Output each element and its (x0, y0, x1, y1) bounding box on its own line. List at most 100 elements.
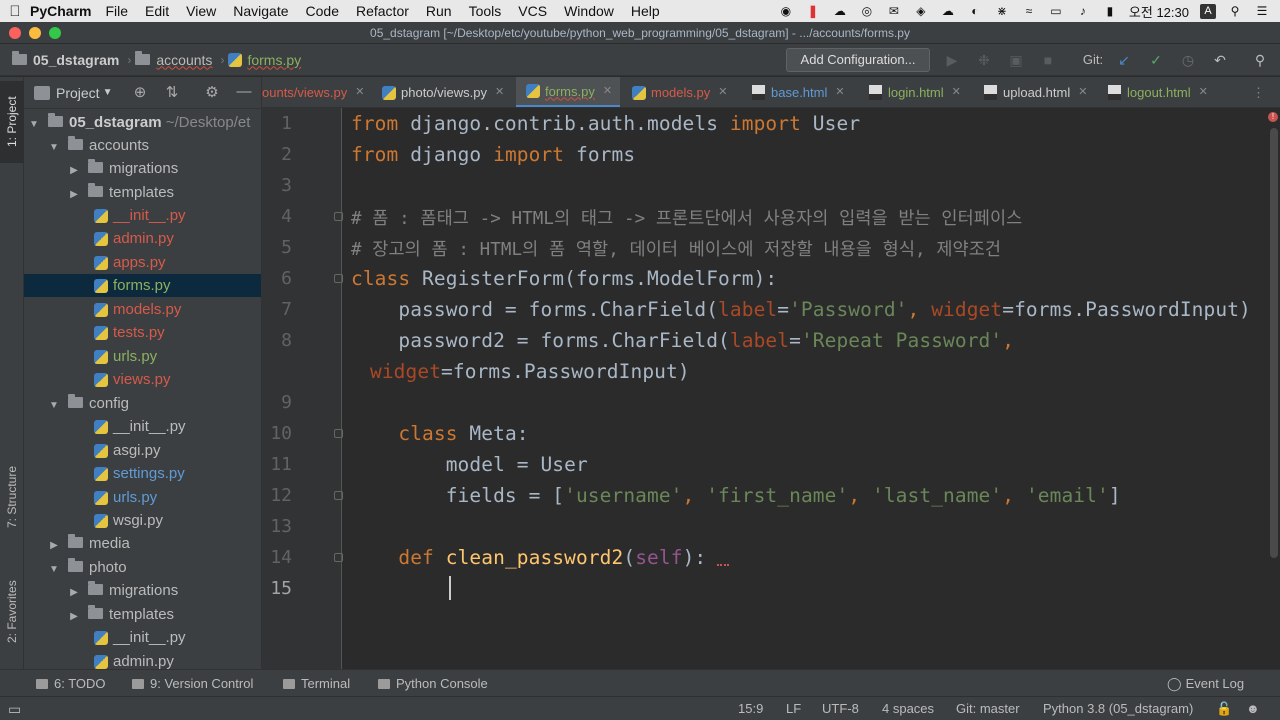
menu-help[interactable]: Help (631, 3, 660, 19)
tab-forms[interactable]: forms.py ✕ (516, 77, 620, 107)
stop-icon[interactable]: ■ (1038, 50, 1058, 70)
code-editor[interactable]: 1 2 3 4 5 6 7 8 9 10 11 12 13 14 15 from… (262, 108, 1280, 669)
coverage-icon[interactable]: ▣ (1006, 50, 1026, 70)
tree-item-admin[interactable]: admin.py (24, 227, 261, 250)
tool-tab-favorites[interactable]: 2: Favorites (0, 564, 24, 659)
menu-window[interactable]: Window (564, 3, 614, 19)
chevron-right-icon[interactable]: ▶ (68, 605, 80, 628)
git-branch[interactable]: Git: master (956, 697, 1020, 720)
tree-item-templates[interactable]: ▶ templates (24, 181, 261, 204)
tree-item-migrations[interactable]: ▶ migrations (24, 157, 261, 180)
tree-item-wsgi[interactable]: wsgi.py (24, 509, 261, 532)
menu-tools[interactable]: Tools (469, 3, 502, 19)
minimize-window-button[interactable] (29, 27, 41, 39)
git-rollback-icon[interactable]: ↶ (1210, 50, 1230, 70)
tree-item-root[interactable]: ▼ 05_dstagram ~/Desktop/et (24, 111, 261, 136)
close-icon[interactable]: ✕ (1199, 77, 1208, 107)
scrollbar-thumb[interactable] (1270, 128, 1278, 558)
close-icon[interactable]: ✕ (495, 77, 504, 107)
project-view-selector[interactable]: Project (56, 85, 100, 101)
zoom-window-button[interactable] (49, 27, 61, 39)
volume-icon[interactable]: ♪ (1075, 4, 1091, 18)
spotlight-search-icon[interactable]: ⚲ (1227, 4, 1243, 18)
mail-icon[interactable]: ✉ (886, 4, 902, 18)
breadcrumb-project[interactable]: 05_dstagram (12, 51, 119, 68)
chevron-right-icon[interactable]: ▶ (48, 534, 60, 557)
chevron-right-icon[interactable]: ▶ (68, 581, 80, 604)
breadcrumb-file[interactable]: forms.py (228, 52, 301, 68)
git-commit-icon[interactable]: ✓ (1146, 50, 1166, 70)
tool-tab-project[interactable]: 1: Project (0, 81, 24, 163)
notification-center-icon[interactable]: ☰ (1254, 4, 1270, 18)
hide-panel-icon[interactable]: — (234, 83, 254, 100)
inspector-icon[interactable]: ☻ (1246, 697, 1260, 720)
tree-item-tests[interactable]: tests.py (24, 321, 261, 344)
locate-file-icon[interactable]: ⊕ (130, 83, 150, 101)
collapse-all-icon[interactable]: ⇅ (162, 83, 182, 101)
input-source-indicator[interactable]: A (1200, 3, 1216, 19)
chevron-down-icon[interactable]: ▼ (28, 113, 40, 136)
battery-icon[interactable]: ▮ (1102, 4, 1118, 18)
menu-code[interactable]: Code (306, 3, 339, 19)
menu-app-name[interactable]: PyCharm (30, 3, 91, 19)
tree-item-settings[interactable]: settings.py (24, 462, 261, 485)
caret-position[interactable]: 15:9 (738, 697, 763, 720)
menu-vcs[interactable]: VCS (518, 3, 547, 19)
indentation[interactable]: 4 spaces (882, 697, 934, 720)
version-control-tool-button[interactable]: 9: Version Control (132, 670, 253, 697)
wifi-icon[interactable]: ≈ (1021, 4, 1037, 18)
airplay-icon[interactable]: ▭ (1048, 4, 1064, 18)
dashboard-icon[interactable]: ◐ (967, 4, 983, 18)
menubar-clock[interactable]: 오전 12:30 (1129, 2, 1189, 21)
fold-marker-icon[interactable] (334, 212, 343, 221)
tree-item-photo-admin[interactable]: admin.py (24, 650, 261, 669)
menu-file[interactable]: File (105, 3, 128, 19)
chevron-down-icon[interactable]: ▼ (103, 87, 113, 98)
close-icon[interactable]: ✕ (1078, 77, 1087, 107)
fold-marker-icon[interactable] (334, 274, 343, 283)
python-interpreter[interactable]: Python 3.8 (05_dstagram) (1043, 697, 1193, 720)
dropbox-icon[interactable]: ◈ (913, 4, 929, 18)
tree-item-forms[interactable]: forms.py (24, 274, 261, 297)
menu-run[interactable]: Run (426, 3, 452, 19)
file-encoding[interactable]: UTF-8 (822, 697, 859, 720)
tab-upload-html[interactable]: upload.html ✕ (984, 77, 1106, 107)
tab-accounts-views[interactable]: ounts/views.py ✕ (262, 77, 372, 107)
search-everywhere-icon[interactable]: ⚲ (1250, 50, 1270, 70)
tab-base-html[interactable]: base.html ✕ (752, 77, 860, 107)
pause-icon[interactable]: ❚ (805, 4, 821, 18)
menu-edit[interactable]: Edit (145, 3, 169, 19)
bluetooth-icon[interactable]: ⋇ (994, 4, 1010, 18)
toggle-tool-windows-icon[interactable]: ▭ (8, 697, 21, 720)
menu-view[interactable]: View (186, 3, 216, 19)
todo-tool-button[interactable]: 6: TODO (36, 670, 106, 697)
fold-marker-icon[interactable] (334, 553, 343, 562)
debug-icon[interactable]: ❉ (974, 50, 994, 70)
apple-menu-icon[interactable]:  (0, 3, 30, 20)
cloud-icon[interactable]: ☁ (832, 4, 848, 18)
tree-item-init[interactable]: __init__.py (24, 204, 261, 227)
tree-item-config-init[interactable]: __init__.py (24, 415, 261, 438)
vpn-icon[interactable]: ◎ (859, 4, 875, 18)
chevron-down-icon[interactable]: ▼ (48, 394, 60, 417)
tree-item-config-urls[interactable]: urls.py (24, 486, 261, 509)
tree-item-photo[interactable]: ▼ photo (24, 556, 261, 581)
terminal-tool-button[interactable]: Terminal (283, 670, 350, 697)
error-indicator-icon[interactable]: ! (1268, 112, 1278, 122)
git-update-icon[interactable]: ↙ (1114, 50, 1134, 70)
tree-item-models[interactable]: models.py (24, 298, 261, 321)
tree-item-views[interactable]: views.py (24, 368, 261, 391)
tree-item-photo-templates[interactable]: ▶ templates (24, 603, 261, 628)
tab-logout-html[interactable]: logout.html ✕ (1108, 77, 1238, 107)
tree-item-asgi[interactable]: asgi.py (24, 439, 261, 462)
tool-tab-structure[interactable]: 7: Structure (0, 449, 24, 544)
menu-refactor[interactable]: Refactor (356, 3, 409, 19)
tree-item-accounts[interactable]: ▼ accounts (24, 134, 261, 157)
chevron-down-icon[interactable]: ▼ (48, 558, 60, 581)
close-icon[interactable]: ✕ (355, 77, 364, 107)
tree-item-photo-migrations[interactable]: ▶ migrations (24, 579, 261, 604)
tree-item-urls[interactable]: urls.py (24, 345, 261, 368)
editor-scrollbar[interactable]: ! (1266, 108, 1280, 669)
menu-navigate[interactable]: Navigate (233, 3, 288, 19)
lock-icon[interactable]: 🔓 (1216, 697, 1232, 720)
